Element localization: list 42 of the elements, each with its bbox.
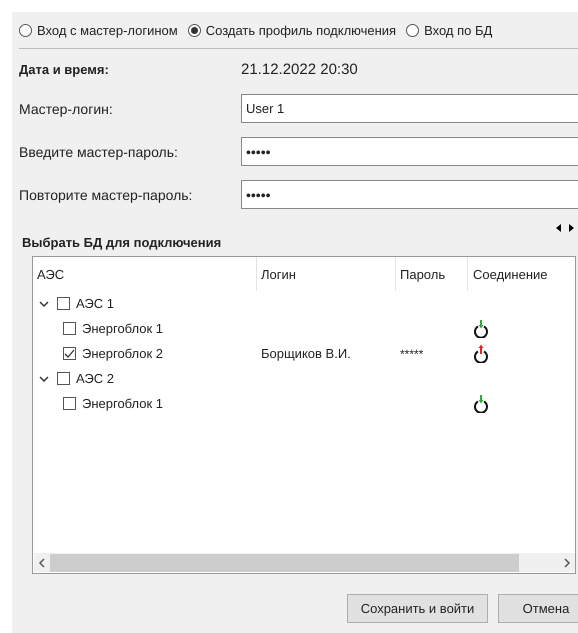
column-header[interactable]: Соединение bbox=[468, 257, 568, 291]
power-icon[interactable] bbox=[473, 319, 489, 338]
field-label: Повторите мастер-пароль: bbox=[19, 186, 194, 202]
field-label: Введите мастер-пароль: bbox=[19, 144, 179, 160]
password-field[interactable]: ••••• bbox=[241, 180, 578, 209]
radio-option[interactable]: Вход по БД bbox=[406, 22, 492, 38]
checkbox[interactable] bbox=[63, 397, 76, 410]
checkbox[interactable] bbox=[57, 372, 70, 385]
tree-item[interactable]: Энергоблок 1 bbox=[82, 321, 164, 336]
tree-item[interactable]: АЭС 1 bbox=[76, 296, 114, 311]
checkbox[interactable] bbox=[63, 322, 76, 335]
tree-item[interactable]: АЭС 2 bbox=[76, 371, 114, 386]
cancel-button[interactable]: Отмена bbox=[498, 594, 578, 623]
tree-item[interactable]: Энергоблок 1 bbox=[82, 396, 164, 411]
power-icon[interactable] bbox=[473, 344, 489, 363]
scroll-left-icon[interactable] bbox=[38, 558, 46, 568]
column-header[interactable]: Пароль bbox=[396, 257, 468, 291]
tree-item[interactable]: Энергоблок 2 bbox=[82, 346, 164, 361]
horizontal-scrollbar[interactable] bbox=[34, 553, 575, 572]
checkbox[interactable] bbox=[57, 297, 70, 310]
radio-button[interactable] bbox=[19, 24, 32, 36]
left-arrow-icon[interactable] bbox=[556, 224, 562, 232]
column-header[interactable]: АЭС bbox=[33, 257, 257, 291]
scroll-right-icon[interactable] bbox=[563, 558, 571, 568]
power-icon[interactable] bbox=[473, 394, 489, 413]
password-field[interactable]: ••••• bbox=[241, 137, 578, 166]
password-cell: ***** bbox=[400, 346, 424, 360]
radio-button[interactable] bbox=[188, 24, 201, 36]
save-button[interactable]: Сохранить и войти bbox=[347, 594, 488, 623]
chevron-icon[interactable] bbox=[39, 374, 49, 384]
datetime-value: 21.12.2022 20:30 bbox=[241, 60, 358, 78]
checkbox[interactable] bbox=[63, 347, 76, 360]
radio-button[interactable] bbox=[406, 24, 420, 36]
column-header[interactable]: Логин bbox=[257, 257, 396, 291]
right-arrow-icon[interactable] bbox=[568, 224, 574, 232]
section-title: Выбрать БД для подключения bbox=[22, 235, 222, 250]
login-cell: Борщиков В.И. bbox=[261, 346, 351, 361]
field-label: Мастер-логин: bbox=[19, 100, 114, 116]
login-field[interactable]: User 1 bbox=[241, 94, 578, 123]
datetime-label: Дата и время: bbox=[19, 62, 110, 76]
chevron-icon[interactable] bbox=[39, 298, 49, 308]
radio-label: Вход по БД bbox=[424, 22, 492, 38]
